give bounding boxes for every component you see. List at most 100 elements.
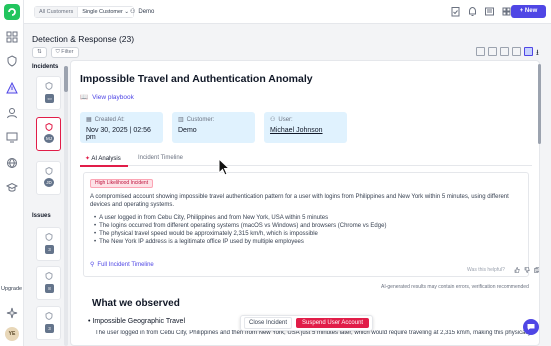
user-card: ⚇ User: Michael Johnson (264, 112, 347, 143)
split-view-icon[interactable] (524, 47, 533, 56)
user-initials-badge: MJ (44, 134, 54, 143)
alert-triangle-icon[interactable] (6, 81, 18, 94)
filter-button[interactable]: ⛉ Filter (50, 47, 79, 58)
shield-icon (45, 312, 53, 320)
table-view-icon[interactable] (512, 47, 521, 56)
tenant-selector[interactable]: ⚇ Demo (130, 8, 155, 16)
upgrade-link[interactable]: Upgrade (1, 286, 22, 292)
list-item: The New York IP address is a legitimate … (94, 238, 514, 246)
page-title: Detection & Response (23) (32, 34, 135, 44)
issue-card[interactable]: 8 (36, 266, 61, 300)
customer-card: ▥ Customer: Demo (172, 112, 255, 143)
observed-heading: What we observed (92, 298, 180, 309)
analysis-bullets: A user logged in from Cebu City, Philipp… (94, 214, 514, 246)
view-switcher: ⭳ (476, 47, 545, 57)
thumbs-up-icon[interactable] (514, 266, 520, 273)
close-incident-button[interactable]: Close Incident (244, 317, 293, 329)
top-icon-group (450, 6, 512, 17)
all-customers-option[interactable]: All Customers (35, 7, 78, 17)
incident-card[interactable]: JD (36, 161, 61, 195)
chat-bubble-icon[interactable] (523, 319, 539, 335)
view-playbook-link[interactable]: 📖 View playbook (80, 93, 134, 102)
observed-item-title: • Impossible Geographic Travel (88, 318, 186, 325)
incident-card-selected[interactable]: MJ (36, 117, 61, 151)
analysis-summary: A compromised account showing impossible… (90, 194, 509, 208)
mouse-cursor-icon (218, 158, 230, 176)
single-customer-option[interactable]: Single Customer ⌄ (77, 7, 134, 17)
user-label: User: (278, 116, 293, 123)
sparkle-icon[interactable] (6, 307, 18, 319)
shield-icon (45, 167, 53, 175)
list-item: The logins occurred from different opera… (94, 222, 514, 230)
incident-action-bar: Close Incident Suspend User Account (240, 315, 374, 331)
customer-scope-toggle: All Customers Single Customer ⌄ (34, 6, 135, 18)
suspend-user-button[interactable]: Suspend User Account (296, 318, 370, 328)
left-nav-rail: Upgrade YE (0, 0, 24, 346)
issue-card[interactable]: 3 (36, 306, 61, 340)
user-avatar[interactable]: YE (5, 327, 19, 341)
dashboard-icon[interactable] (6, 31, 18, 43)
news-icon[interactable] (484, 6, 495, 17)
clipboard-check-icon[interactable] (450, 6, 461, 17)
tab-incident-timeline[interactable]: Incident Timeline (138, 155, 183, 161)
user-initials-badge: JD (44, 178, 54, 187)
ai-disclaimer: AI-generated results may contain errors,… (381, 284, 529, 290)
download-icon[interactable]: ⭳ (536, 47, 545, 57)
created-at-card: ▦ Created At: Nov 30, 2025 | 02:56 pm (80, 112, 163, 143)
user-value-link[interactable]: Michael Johnson (270, 127, 341, 134)
detail-scrollbar-thumb[interactable] (538, 64, 541, 144)
book-icon: 📖 (80, 94, 89, 101)
ai-analysis-card: High Likelihood Incident A compromised a… (83, 172, 539, 277)
feedback-buttons (514, 266, 539, 273)
single-customer-label: Single Customer (82, 9, 123, 15)
thumbs-down-icon[interactable] (524, 266, 530, 273)
timeline-link-label: Full Incident Timeline (97, 261, 154, 268)
user-icon: ⚇ (270, 117, 276, 123)
user-icon[interactable] (6, 107, 18, 119)
shield-icon[interactable] (6, 55, 18, 67)
bell-icon[interactable] (467, 6, 478, 17)
shield-icon (45, 272, 53, 280)
customer-label: Customer: (186, 116, 215, 123)
issue-count: 3 (45, 324, 54, 333)
observed-item-label: Impossible Geographic Travel (92, 318, 186, 325)
tab-ai-analysis[interactable]: ✦ AI Analysis (85, 155, 121, 162)
list-scrollbar-thumb[interactable] (64, 66, 68, 92)
people-icon: ⚇ (130, 9, 136, 15)
list-item: The physical travel speed would be appro… (94, 230, 514, 238)
graduation-cap-icon[interactable] (5, 181, 19, 193)
customer-value: Demo (178, 127, 197, 134)
new-button[interactable]: + New (511, 5, 546, 18)
shield-icon (45, 233, 53, 241)
filter-label: Filter (61, 49, 74, 55)
issue-count: 3 (45, 245, 54, 254)
incidents-section-label: Incidents (32, 64, 59, 70)
tenant-name: Demo (138, 8, 155, 15)
likelihood-badge: High Likelihood Incident (90, 179, 154, 188)
detail-tabs: ✦ AI Analysis Incident Timeline (80, 154, 532, 167)
playbook-label: View playbook (92, 93, 134, 101)
list-item: A user logged in from Cebu City, Philipp… (94, 214, 514, 222)
timeline-icon: ⚲ (90, 262, 95, 268)
filter-icon: ⛉ (55, 49, 60, 55)
incident-detail-panel: Impossible Travel and Authentication Ano… (70, 60, 540, 346)
created-label: Created At: (94, 116, 125, 123)
compact-view-icon[interactable] (488, 47, 497, 56)
full-timeline-link[interactable]: ⚲ Full Incident Timeline (90, 261, 154, 269)
helpful-prompt: Was this helpful? (467, 267, 505, 273)
shield-icon (45, 123, 53, 131)
monitor-icon[interactable] (6, 131, 18, 143)
calendar-icon: ▦ (86, 117, 92, 123)
app-logo[interactable] (4, 4, 20, 20)
list-scrollbar-track[interactable] (64, 66, 68, 346)
shield-icon (45, 82, 53, 90)
building-icon: ▥ (178, 117, 184, 123)
issue-card[interactable]: 3 (36, 227, 61, 261)
device-icon: ▭ (45, 94, 54, 103)
sort-button[interactable]: ⇅ (32, 47, 47, 58)
globe-icon[interactable] (6, 157, 18, 169)
card-view-icon[interactable] (500, 47, 509, 56)
copy-icon[interactable] (534, 266, 539, 273)
list-view-icon[interactable] (476, 47, 485, 56)
incident-card[interactable]: ▭ (36, 76, 61, 110)
